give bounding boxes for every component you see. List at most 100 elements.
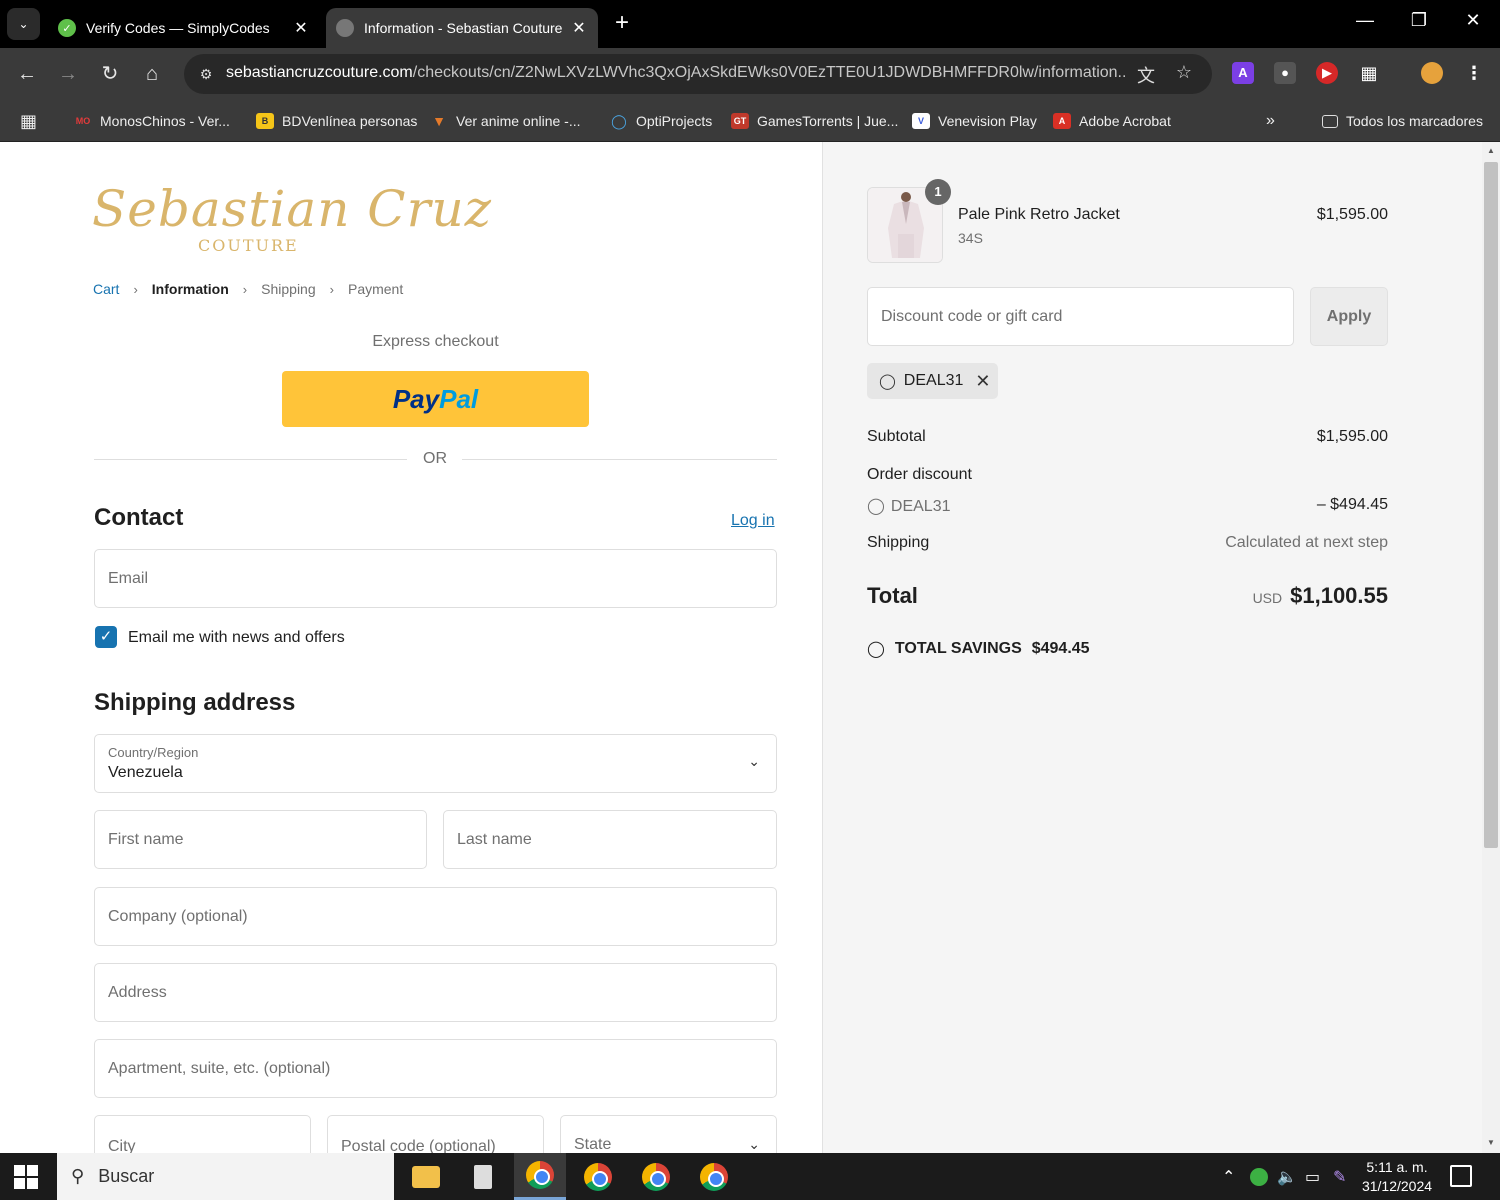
or-divider-label: OR — [423, 450, 447, 467]
product-variant: 34S — [958, 230, 983, 246]
total-amount: $1,100.55 — [1290, 583, 1388, 608]
scroll-up-icon[interactable]: ▲ — [1484, 146, 1498, 155]
quantity-badge: 1 — [925, 179, 951, 205]
company-field[interactable]: Company (optional) — [94, 887, 777, 946]
remove-discount-icon[interactable]: ✕ — [975, 371, 990, 392]
product-name: Pale Pink Retro Jacket — [958, 206, 1120, 223]
chevron-right-icon: › — [133, 281, 138, 297]
bookmark-bdvenlinea[interactable]: B BDVenlínea personas — [256, 110, 417, 132]
bookmark-venevision[interactable]: V Venevision Play — [912, 110, 1037, 132]
system-clock[interactable]: 5:11 a. m. 31/12/2024 — [1356, 1158, 1438, 1196]
postal-code-field[interactable]: Postal code (optional) — [327, 1115, 544, 1153]
chrome-icon — [642, 1162, 670, 1191]
tray-app-icon[interactable] — [1250, 1168, 1268, 1186]
more-bookmarks-icon[interactable]: » — [1266, 110, 1275, 132]
bookmark-optiprojects[interactable]: ◯ OptiProjects — [610, 110, 712, 132]
star-icon[interactable]: ☆ — [1172, 62, 1196, 83]
notification-icon[interactable] — [1450, 1165, 1472, 1187]
home-icon[interactable]: ⌂ — [138, 60, 166, 88]
tray-expand-icon[interactable]: ⌃ — [1222, 1167, 1235, 1187]
chrome-app-2[interactable] — [572, 1153, 624, 1200]
app-shortcut[interactable] — [457, 1153, 509, 1200]
bookmark-anime[interactable]: ▼ Ver anime online -... — [430, 110, 580, 132]
country-select[interactable]: Country/Region Venezuela ⌄ — [94, 734, 777, 793]
shipping-value: Calculated at next step — [1225, 534, 1388, 551]
avatar[interactable] — [1421, 62, 1443, 84]
volume-icon[interactable]: 🔈 — [1277, 1167, 1297, 1187]
tab-information[interactable]: Information - Sebastian Couture ✕ — [326, 8, 598, 48]
apps-icon[interactable]: ▦ — [20, 110, 37, 132]
pen-icon[interactable]: ✎ — [1333, 1167, 1346, 1187]
bookmark-anime-icon: ▼ — [432, 113, 446, 129]
new-tab-button[interactable]: + — [608, 10, 636, 38]
extension-robot-icon[interactable]: ● — [1274, 62, 1296, 84]
windows-start-icon[interactable] — [14, 1165, 38, 1189]
chrome-app-3[interactable] — [630, 1153, 682, 1200]
savings-tag-icon: ◯ — [867, 641, 885, 658]
first-name-field[interactable]: First name — [94, 810, 427, 869]
close-icon[interactable]: ✕ — [292, 18, 310, 38]
scrollbar-thumb[interactable] — [1484, 162, 1498, 848]
back-icon[interactable]: ← — [13, 60, 41, 88]
paypal-button[interactable]: Pay Pal — [282, 371, 589, 427]
all-bookmarks[interactable]: Todos los marcadores — [1322, 110, 1483, 132]
apartment-field[interactable]: Apartment, suite, etc. (optional) — [94, 1039, 777, 1098]
translate-icon[interactable]: 文 — [1134, 62, 1158, 88]
forward-icon[interactable]: → — [54, 60, 82, 88]
globe-icon — [336, 19, 354, 37]
tab-simplycodes[interactable]: ✓ Verify Codes — SimplyCodes ✕ — [48, 8, 320, 48]
discount-code-input[interactable]: Discount code or gift card — [867, 287, 1294, 346]
bookmarks-bar: ▦ MO MonosChinos - Ver... B BDVenlínea per… — [0, 100, 1500, 142]
address-field[interactable]: Address — [94, 963, 777, 1022]
chevron-down-icon: ⌄ — [748, 753, 760, 769]
chrome-app-4[interactable] — [688, 1153, 740, 1200]
window-close-button[interactable]: ✕ — [1458, 10, 1488, 31]
last-name-field[interactable]: Last name — [443, 810, 777, 869]
puzzle-icon[interactable]: ▦ — [1358, 62, 1380, 84]
discount-amount: – $494.45 — [1316, 496, 1388, 513]
url-text[interactable]: sebastiancruzcouture.com/checkouts/cn/Z2… — [226, 64, 1126, 82]
tab-search-button[interactable]: ⌄ — [7, 8, 40, 40]
brand-logo[interactable]: Sebastian Cruz COUTURE — [92, 180, 491, 260]
chrome-app-1[interactable] — [514, 1153, 566, 1200]
minimize-button[interactable]: — — [1350, 10, 1380, 31]
breadcrumb-payment: Payment — [347, 281, 404, 297]
email-field[interactable]: Email — [94, 549, 777, 608]
state-select[interactable]: State ⌄ — [560, 1115, 777, 1153]
bookmark-acrobat[interactable]: A Adobe Acrobat — [1053, 110, 1171, 132]
taskbar-search[interactable]: ⚲ Buscar — [57, 1153, 394, 1200]
applied-code: DEAL31 — [903, 372, 964, 389]
network-icon[interactable]: ▭ — [1305, 1167, 1320, 1187]
chrome-icon — [526, 1161, 554, 1189]
total-savings: ◯ TOTAL SAVINGS $494.45 — [867, 640, 1090, 658]
site-settings-icon[interactable]: ⚙ — [194, 62, 218, 86]
apply-discount-button[interactable]: Apply — [1310, 287, 1388, 346]
extension-shield-icon[interactable]: ▶ — [1316, 62, 1338, 84]
menu-icon[interactable]: ⋮ — [1463, 62, 1485, 84]
city-field[interactable]: City — [94, 1115, 311, 1153]
breadcrumb-cart[interactable]: Cart — [93, 281, 119, 297]
divider — [462, 459, 777, 460]
currency-code: USD — [1252, 590, 1283, 606]
bookmark-gamestorrents[interactable]: GT GamesTorrents | Jue... — [731, 110, 898, 132]
scroll-down-icon[interactable]: ▼ — [1484, 1138, 1498, 1147]
bookmark-monoschinos[interactable]: MO MonosChinos - Ver... — [74, 110, 230, 132]
discount-code-row: ◯ DEAL31 — [867, 498, 951, 515]
bookmark-gt-icon: GT — [731, 113, 749, 129]
extension-a-icon[interactable]: A — [1232, 62, 1254, 84]
total-value: USD $1,100.55 — [1150, 583, 1388, 609]
breadcrumb-information: Information — [151, 281, 229, 297]
address-bar[interactable]: ⚙ sebastiancruzcouture.com/checkouts/cn/… — [184, 54, 1212, 94]
restore-button[interactable]: ❐ — [1404, 10, 1434, 31]
newsletter-checkbox[interactable]: ✓ — [95, 626, 117, 648]
divider — [94, 459, 407, 460]
bookmark-bdv-icon: B — [256, 113, 274, 129]
check-icon: ✓ — [99, 628, 113, 645]
search-icon: ⚲ — [71, 1166, 85, 1186]
login-link[interactable]: Log in — [731, 512, 775, 530]
close-icon[interactable]: ✕ — [570, 18, 588, 38]
newsletter-label[interactable]: Email me with news and offers — [128, 629, 345, 647]
reload-icon[interactable]: ↻ — [96, 60, 124, 88]
file-explorer-app[interactable] — [400, 1153, 452, 1200]
order-discount-label: Order discount — [867, 466, 972, 483]
